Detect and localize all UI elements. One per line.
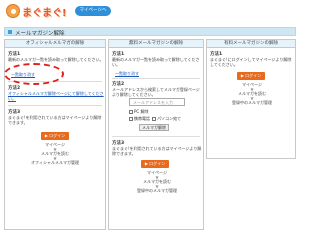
method2-link[interactable]: オフィシャルメルマガ解除ページにて解除してください。 — [8, 91, 104, 101]
column-heading: 有料メールマガジンの解除 — [207, 40, 295, 48]
mypage-button[interactable]: マイページへ — [75, 6, 111, 16]
page-title: メールマガジン解除 — [15, 31, 65, 37]
method1-text: まぐまぐ!にログインしてマイページより解除してください。 — [210, 57, 292, 67]
checkbox-icon — [129, 117, 133, 121]
check-label: PC 解除 — [134, 109, 149, 114]
divider — [112, 136, 200, 137]
title-square-icon — [8, 30, 12, 34]
method3-text: まぐまぐ!を利用されている方はマイページより解除できます。 — [112, 146, 202, 156]
navigation-flow: マイページ ▼ メルマガを読む ▼ 登録中のメルマガ管理 — [121, 170, 193, 194]
login-button[interactable]: ▶ ログイン — [237, 72, 265, 80]
paid-unsubscribe-column: 有料メールマガジンの解除 方法1 まぐまぐ!にログインしてマイページより解除して… — [206, 39, 296, 159]
page-title-bar: メールマガジン解除 — [4, 27, 296, 37]
check-label: 携帯電話 — [134, 116, 150, 121]
method1-link[interactable]: 一覧取り消す — [115, 71, 139, 76]
pc-unsubscribe-check[interactable]: PC 解除 — [129, 109, 148, 115]
flow-step: 登録中のメルマガ管理 — [137, 188, 177, 194]
check-label: パソコン宛て — [157, 116, 181, 121]
checkbox-icon — [129, 110, 133, 114]
logo-text: まぐまぐ! — [22, 8, 67, 19]
method2-text: オフィシャルメルマガ解除ページにて解除してください。 — [8, 91, 104, 101]
email-search-input[interactable]: メールアドレスを入力 — [129, 98, 185, 106]
divider — [112, 78, 200, 79]
flow-step: 登録中のメルマガ管理 — [232, 100, 272, 106]
free-unsubscribe-column: 無料メールマガジンの解除 方法1 最新のメルマガ一覧を読み取って解除してください… — [108, 39, 204, 230]
checkbox-icon — [152, 117, 156, 121]
unsubscribe-submit-button[interactable]: メルマガ解除 — [139, 124, 169, 131]
method1-text: 最新のメルマガ一覧を読み取って解除してください。 — [112, 57, 200, 67]
method2-text: メールアドレスから検索してメルマガ登録ページより解除してください。 — [112, 87, 200, 97]
navigation-flow: マイページ ▼ メルマガを読む ▼ オフィシャルメルマガ管理 — [19, 142, 91, 166]
login-button[interactable]: ▶ ログイン — [141, 160, 169, 168]
column-heading: 無料メールマガジンの解除 — [109, 40, 203, 48]
highlight-annotation — [4, 63, 64, 85]
navigation-flow: マイページ ▼ メルマガを読む ▼ 登録中のメルマガ管理 — [216, 82, 288, 106]
login-button[interactable]: ▶ ログイン — [41, 132, 69, 140]
flow-step: オフィシャルメルマガ管理 — [31, 160, 79, 166]
site-header: まぐまぐ! マイページへ — [0, 0, 300, 24]
method3-text: まぐまぐ!を利用されている方はマイページより解除できます。 — [8, 115, 102, 125]
divider — [8, 105, 102, 106]
method1-text: 最新のメルマガ一覧を読み取って解除してください。 — [8, 57, 104, 62]
column-heading: オフィシャルメルマガの解除 — [5, 40, 105, 48]
logo-mark-icon — [6, 4, 20, 18]
mobile-check[interactable]: 携帯電話 パソコン宛て — [129, 116, 181, 122]
site-logo[interactable]: まぐまぐ! — [6, 4, 76, 19]
